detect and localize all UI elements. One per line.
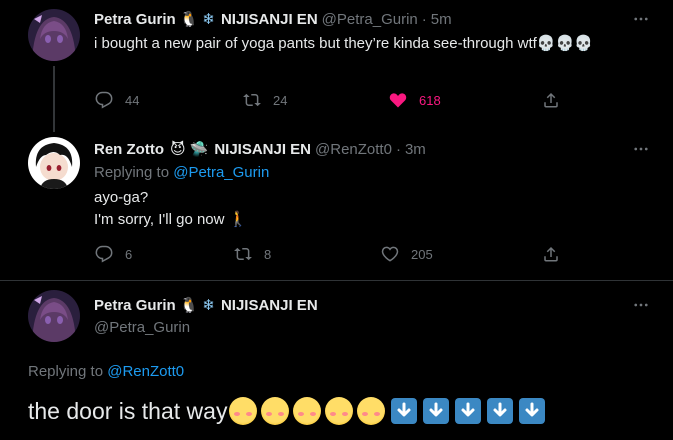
replying-mention[interactable]: @RenZott0	[107, 363, 184, 380]
tweet-3-focused: Petra Gurin 🐧 ❄ NIJISANJI EN @Petra_Guri…	[0, 281, 673, 440]
handle[interactable]: @RenZott0	[315, 141, 392, 158]
down-arrow-icon	[487, 398, 514, 424]
tweet-text-line-1: ayo-ga?	[94, 189, 149, 206]
share-icon	[544, 92, 558, 108]
separator-dot: ·	[395, 140, 401, 158]
retweet-count: 8	[264, 246, 272, 262]
more-icon[interactable]	[631, 9, 651, 29]
blush-face-icon	[357, 397, 386, 425]
timestamp[interactable]: 5m	[431, 11, 452, 28]
blush-face-icon	[325, 397, 354, 425]
reply-icon	[95, 91, 113, 109]
like-button[interactable]: 618	[389, 91, 441, 109]
display-name[interactable]: Petra Gurin	[94, 11, 176, 28]
handle[interactable]: @Petra_Gurin	[94, 319, 190, 336]
reply-count: 44	[125, 92, 140, 108]
separator-dot: ·	[421, 10, 427, 28]
tweet-3-handle-row: @Petra_Gurin	[94, 317, 190, 337]
down-arrow-icon	[519, 398, 546, 424]
penguin-icon: 🐧	[179, 11, 199, 28]
affiliation: NIJISANJI EN	[220, 10, 318, 28]
more-icon[interactable]	[631, 295, 651, 315]
penguin-icon: 🐧	[179, 297, 199, 314]
replying-label: Replying to	[28, 363, 104, 380]
affiliation: NIJISANJI EN	[214, 140, 312, 158]
tweet-text-line-2: I'm sorry, I'll go now 🚶	[94, 211, 248, 228]
like-count: 205	[411, 246, 433, 262]
snowflake-icon: ❄	[202, 297, 215, 314]
more-icon[interactable]	[631, 139, 651, 159]
like-count: 618	[419, 92, 441, 108]
reply-button[interactable]: 44	[95, 91, 139, 109]
share-icon	[544, 246, 558, 262]
snowflake-icon: ❄	[202, 11, 215, 28]
like-button[interactable]: 205	[381, 245, 433, 263]
display-name[interactable]: Petra Gurin	[94, 297, 176, 314]
share-button[interactable]	[542, 245, 560, 263]
avatar-petra[interactable]	[28, 9, 80, 61]
retweet-icon	[234, 247, 252, 261]
heart-icon	[389, 93, 407, 108]
tweet-2-header: Ren Zotto 😈 🛸 NIJISANJI EN @RenZott0 · 3…	[94, 139, 426, 159]
retweet-button[interactable]: 8	[234, 245, 271, 263]
share-button[interactable]	[542, 91, 560, 109]
retweet-button[interactable]: 24	[243, 91, 287, 109]
avatar-ren[interactable]	[28, 137, 80, 189]
focused-tweet-text: the door is that way	[28, 396, 546, 426]
handle[interactable]: @Petra_Gurin	[322, 11, 418, 28]
tweet-1-header: Petra Gurin 🐧 ❄ NIJISANJI EN @Petra_Guri…	[94, 9, 452, 29]
tweet-1[interactable]: Petra Gurin 🐧 ❄ NIJISANJI EN @Petra_Guri…	[0, 0, 673, 135]
blush-face-icon	[293, 397, 322, 425]
heart-icon	[381, 246, 399, 262]
timestamp[interactable]: 3m	[405, 141, 426, 158]
tweet-3-name-row: Petra Gurin 🐧 ❄ NIJISANJI EN	[94, 295, 318, 315]
tweet-2[interactable]: Ren Zotto 😈 🛸 NIJISANJI EN @RenZott0 · 3…	[0, 135, 673, 280]
retweet-icon	[243, 93, 261, 107]
avatar-petra[interactable]	[28, 290, 80, 342]
down-arrow-icon	[423, 398, 450, 424]
affiliation: NIJISANJI EN	[220, 296, 318, 314]
reply-count: 6	[125, 246, 133, 262]
blush-face-icon	[229, 397, 258, 425]
retweet-count: 24	[273, 92, 288, 108]
reply-icon	[95, 245, 113, 263]
display-name[interactable]: Ren Zotto	[94, 141, 164, 158]
down-arrow-icon	[391, 398, 418, 424]
tweet-text: the door is that way	[28, 398, 228, 424]
replying-label: Replying to	[94, 164, 170, 181]
replying-to: Replying to @Petra_Gurin	[94, 164, 269, 181]
tweet-text: i bought a new pair of yoga pants but th…	[94, 35, 593, 52]
replying-mention[interactable]: @Petra_Gurin	[173, 164, 269, 181]
ufo-icon: 🛸	[189, 141, 209, 158]
down-arrow-icon	[455, 398, 482, 424]
replying-to: Replying to @RenZott0	[28, 363, 184, 380]
reply-button[interactable]: 6	[95, 245, 132, 263]
blush-face-icon	[261, 397, 290, 425]
smiling-devil-icon: 😈	[169, 141, 186, 158]
